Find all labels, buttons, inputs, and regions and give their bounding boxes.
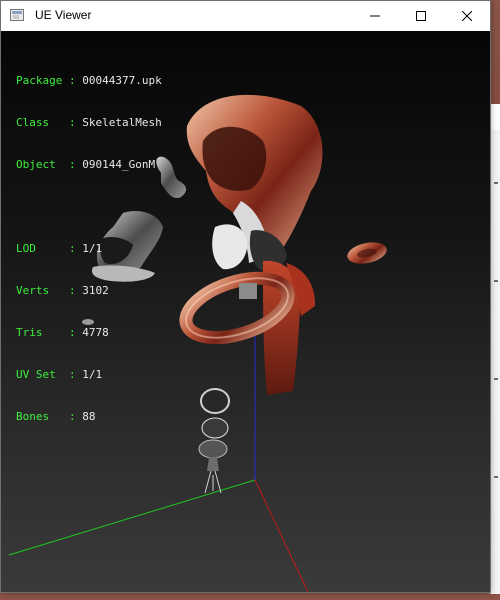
app-window-icon[interactable] xyxy=(10,9,24,21)
info-label: Verts xyxy=(16,284,63,297)
statue-mesh xyxy=(198,388,230,494)
info-label: LOD xyxy=(16,242,63,255)
info-label: Class xyxy=(16,116,63,129)
maximize-button[interactable] xyxy=(398,1,444,31)
box-mesh xyxy=(239,283,257,299)
info-row-object: Object : 090144_GonM xyxy=(16,158,156,171)
info-value: 1/1 xyxy=(82,242,103,255)
info-value: 88 xyxy=(82,410,96,423)
info-label: Package xyxy=(16,74,63,87)
window-title: UE Viewer xyxy=(35,8,92,22)
close-button[interactable] xyxy=(444,1,490,31)
title-bar[interactable]: UE Viewer xyxy=(1,1,490,31)
mesh-info-overlay: Package : 00044377.upk Class : SkeletalM… xyxy=(16,46,162,452)
info-value: 4778 xyxy=(82,326,109,339)
info-row-bones: Bones : 88 xyxy=(16,410,96,423)
minimize-button[interactable] xyxy=(352,1,398,31)
ue-viewer-window: UE Viewer Package: 00044377.upk Class:… xyxy=(0,0,491,593)
info-value: 090144_GonM xyxy=(82,158,156,171)
info-value: 00044377.upk xyxy=(82,74,162,87)
info-row-uvset: UV Set : 1/1 xyxy=(16,368,103,381)
info-row-lod: LOD : 1/1 xyxy=(16,242,103,255)
close-icon xyxy=(462,11,472,21)
info-label: Tris xyxy=(16,326,63,339)
info-row-tris: Tris : 4778 xyxy=(16,326,109,339)
info-label: Bones xyxy=(16,410,63,423)
info-row-package: Package : 00044377.upk xyxy=(16,74,162,87)
info-value: 3102 xyxy=(82,284,109,297)
minimize-icon xyxy=(370,15,380,17)
info-row-class: Class : SkeletalMesh xyxy=(16,116,162,129)
info-value: SkeletalMesh xyxy=(82,116,162,129)
info-label: UV Set xyxy=(16,368,63,381)
3d-viewport[interactable]: Package : 00044377.upk Class : SkeletalM… xyxy=(1,31,490,592)
info-value: 1/1 xyxy=(82,368,103,381)
maximize-icon xyxy=(416,11,426,21)
axis-x xyxy=(254,479,309,592)
axis-y xyxy=(8,479,256,556)
info-label: Object xyxy=(16,158,63,171)
info-row-verts: Verts : 3102 xyxy=(16,284,109,297)
background-window-edge xyxy=(490,104,500,594)
